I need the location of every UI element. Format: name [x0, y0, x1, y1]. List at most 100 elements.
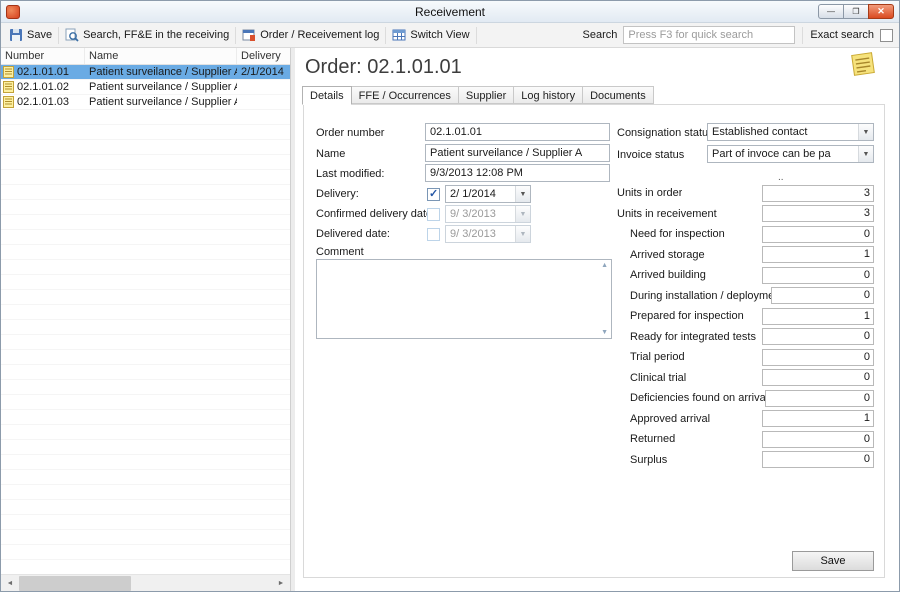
confirmed-delivery-date-picker[interactable]: 9/ 3/2013 ▼	[445, 205, 531, 223]
comment-label: Comment	[316, 246, 364, 258]
count-value-field[interactable]: 1	[762, 410, 874, 427]
count-value-field[interactable]: 0	[762, 451, 874, 468]
save-floppy-icon	[9, 28, 23, 42]
count-value-field[interactable]: 0	[771, 287, 874, 304]
column-header-number[interactable]: Number	[1, 48, 85, 64]
titlebar: Receivement — ❐ ✕	[1, 1, 899, 23]
chevron-down-icon: ▼	[515, 206, 530, 222]
list-empty-row	[1, 560, 290, 574]
list-empty-row	[1, 215, 290, 230]
count-row: Units in receivement 3	[617, 204, 874, 225]
count-value-field[interactable]: 0	[762, 328, 874, 345]
list-empty-row	[1, 530, 290, 545]
list-empty-row	[1, 260, 290, 275]
order-list-panel: Number Name Delivery 02.1.01.01 Patient …	[1, 48, 291, 591]
tab-log-history[interactable]: Log history	[513, 86, 583, 104]
table-row[interactable]: 02.1.01.02 Patient surveilance / Supplie…	[1, 80, 290, 95]
exact-search-checkbox[interactable]	[880, 29, 893, 42]
count-value-field[interactable]: 0	[762, 267, 874, 284]
row-number: 02.1.01.02	[17, 81, 69, 93]
list-empty-row	[1, 110, 290, 125]
order-log-icon	[242, 28, 256, 42]
row-number: 02.1.01.03	[17, 96, 69, 108]
chevron-down-icon: ▼	[515, 226, 530, 242]
search-label: Search	[583, 29, 618, 41]
toolbar-separator	[385, 27, 386, 44]
order-detail-panel: Order: 02.1.01.01 Details FFE / Occurren…	[295, 48, 899, 591]
count-value-field[interactable]: 1	[762, 246, 874, 263]
chevron-down-icon: ▼	[858, 124, 873, 140]
count-value-field[interactable]: 3	[762, 205, 874, 222]
count-row: Deficiencies found on arrival 0	[617, 388, 874, 409]
window-controls: — ❐ ✕	[819, 4, 894, 19]
page-title: Order: 02.1.01.01	[305, 56, 462, 79]
list-empty-row	[1, 500, 290, 515]
column-header-name[interactable]: Name	[85, 48, 237, 64]
list-empty-row	[1, 125, 290, 140]
unit-counts: Units in order 3 Units in receivement 3 …	[617, 183, 874, 470]
count-value-field[interactable]: 1	[762, 308, 874, 325]
count-row: Clinical trial 0	[617, 368, 874, 389]
name-field[interactable]: Patient surveilance / Supplier A	[425, 144, 610, 162]
count-row: Prepared for inspection 1	[617, 306, 874, 327]
last-modified-field[interactable]: 9/3/2013 12:08 PM	[425, 164, 610, 182]
switch-view-button[interactable]: Switch View	[387, 26, 474, 44]
close-button[interactable]: ✕	[868, 4, 894, 19]
delivery-date-picker[interactable]: 2/ 1/2014 ▼	[445, 185, 531, 203]
scroll-up-arrow-icon[interactable]: ▲	[601, 262, 608, 269]
order-item-icon	[3, 96, 14, 108]
delivered-date-row: 9/ 3/2013 ▼	[427, 225, 531, 243]
consignation-status-dropdown[interactable]: Established contact ▼	[707, 123, 874, 141]
order-number-field[interactable]: 02.1.01.01	[425, 123, 610, 141]
delivered-date-picker[interactable]: 9/ 3/2013 ▼	[445, 225, 531, 243]
column-header-delivery[interactable]: Delivery	[237, 48, 290, 64]
list-empty-row	[1, 200, 290, 215]
scrollbar-thumb[interactable]	[19, 576, 131, 591]
scroll-right-arrow-icon[interactable]: ►	[273, 576, 289, 591]
form-save-button[interactable]: Save	[792, 551, 874, 571]
count-value-field[interactable]: 0	[762, 226, 874, 243]
delivered-date-label: Delivered date:	[316, 228, 390, 240]
comment-textarea[interactable]: ▲ ▼	[316, 259, 612, 339]
tab-supplier[interactable]: Supplier	[458, 86, 514, 104]
confirmed-delivery-checkbox[interactable]	[427, 208, 440, 221]
consignation-status-label: Consignation status	[617, 127, 714, 139]
notes-icon[interactable]	[849, 50, 877, 81]
order-log-button[interactable]: Order / Receivement log	[237, 26, 384, 44]
row-number: 02.1.01.01	[17, 66, 69, 78]
delivery-checkbox[interactable]	[427, 188, 440, 201]
list-empty-row	[1, 230, 290, 245]
invoice-status-dropdown[interactable]: Part of invoce can be pa ▼	[707, 145, 874, 163]
tab-ffe-occurrences[interactable]: FFE / Occurrences	[351, 86, 459, 104]
maximize-button[interactable]: ❐	[843, 4, 869, 19]
scroll-left-arrow-icon[interactable]: ◄	[2, 576, 18, 591]
list-empty-row	[1, 305, 290, 320]
count-value-field[interactable]: 0	[762, 431, 874, 448]
app-icon	[6, 5, 20, 19]
count-value-field[interactable]: 0	[765, 390, 874, 407]
table-row[interactable]: 02.1.01.03 Patient surveilance / Supplie…	[1, 95, 290, 110]
list-empty-row	[1, 455, 290, 470]
count-value-field[interactable]: 0	[762, 369, 874, 386]
tab-documents[interactable]: Documents	[582, 86, 654, 104]
count-row: Surplus 0	[617, 450, 874, 471]
search-ffe-button[interactable]: Search, FF&E in the receiving	[60, 26, 234, 44]
count-value-field[interactable]: 0	[762, 349, 874, 366]
toolbar-separator	[58, 27, 59, 44]
detail-tabs: Details FFE / Occurrences Supplier Log h…	[303, 86, 654, 104]
list-empty-row	[1, 320, 290, 335]
delivered-date-checkbox[interactable]	[427, 228, 440, 241]
list-empty-row	[1, 185, 290, 200]
scroll-down-arrow-icon[interactable]: ▼	[601, 329, 608, 336]
count-value-field[interactable]: 3	[762, 185, 874, 202]
minimize-button[interactable]: —	[818, 4, 844, 19]
count-row: Units in order 3	[617, 183, 874, 204]
list-empty-row	[1, 140, 290, 155]
quick-search-input[interactable]	[623, 26, 795, 44]
table-row[interactable]: 02.1.01.01 Patient surveilance / Supplie…	[1, 65, 290, 80]
list-empty-row	[1, 335, 290, 350]
list-empty-row	[1, 275, 290, 290]
save-button[interactable]: Save	[4, 26, 57, 44]
tab-details[interactable]: Details	[302, 86, 352, 105]
search-icon	[65, 28, 79, 42]
